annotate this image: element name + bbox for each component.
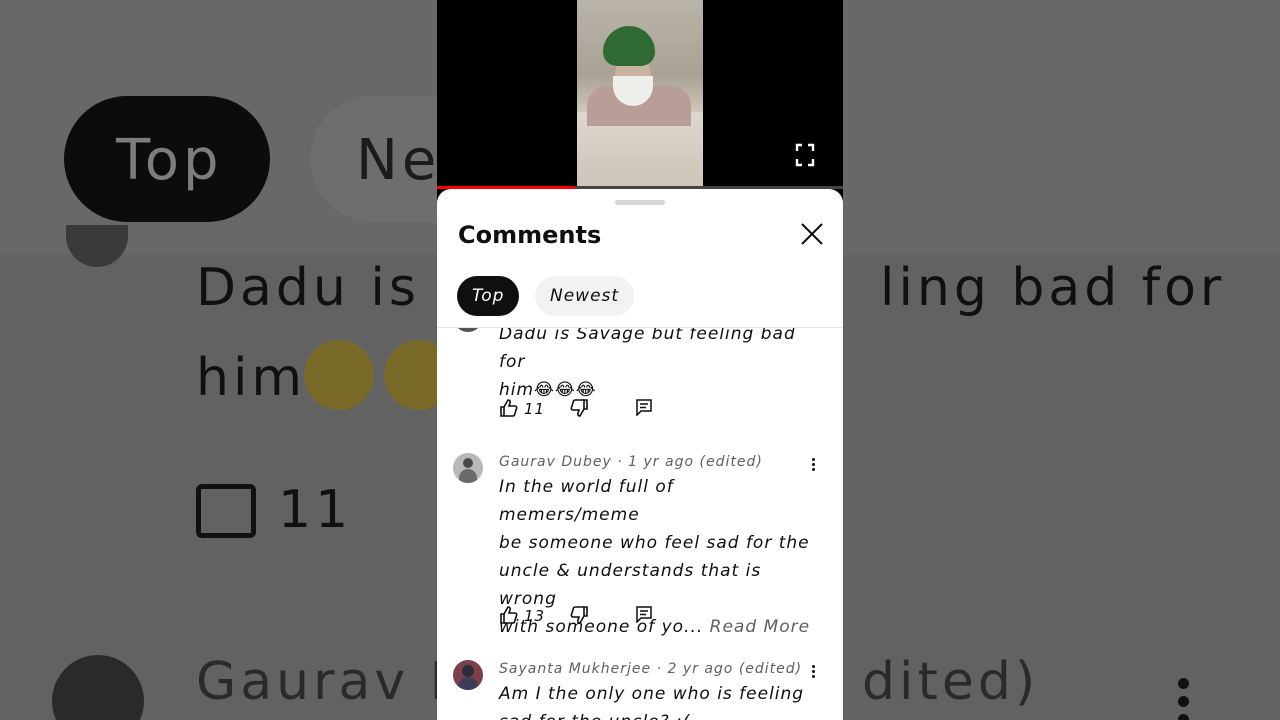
phone-viewport: Comments Top Newest Dadu is Savage but f…: [437, 0, 843, 720]
background-comment-line2: him: [196, 348, 307, 408]
comment-text-line: In the world full of memers/meme: [499, 477, 674, 525]
thumbs-down-icon: [570, 399, 588, 417]
avatar[interactable]: [453, 453, 483, 483]
like-count: 13: [524, 607, 546, 625]
background-chip-top-label: Top: [116, 128, 223, 193]
background-laugh-emoji: [304, 340, 374, 410]
avatar[interactable]: [453, 660, 483, 690]
comment-reply-icon: [636, 399, 652, 417]
fullscreen-icon[interactable]: [795, 143, 815, 167]
background-like-count: 11: [278, 480, 353, 540]
avatar[interactable]: [453, 328, 483, 332]
comment-list[interactable]: Dadu is Savage but feeling bad for him😂😂…: [437, 328, 843, 720]
background-author-right: dited): [862, 652, 1040, 712]
like-count: 11: [524, 400, 546, 418]
comment-reply-icon: [636, 606, 652, 624]
thumbs-up-icon: [500, 606, 518, 624]
background-comment-line1-right: ling bad for: [880, 258, 1226, 318]
video-frame: [577, 0, 703, 188]
thumbs-up-icon: [500, 399, 518, 417]
like-button[interactable]: 11: [499, 398, 544, 422]
comment-item: Dadu is Savage but feeling bad for him😂😂…: [437, 328, 843, 430]
reply-button[interactable]: [635, 398, 653, 420]
drag-handle[interactable]: [615, 200, 665, 205]
comment-text-line: Am I the only one who is feeling: [499, 684, 805, 704]
background-chip-newest-label: Ne: [356, 128, 441, 193]
comment-text-line: be someone who feel sad for the: [499, 533, 810, 553]
comment-author[interactable]: Gaurav Dubey · 1 yr ago (edited): [499, 454, 763, 470]
close-icon[interactable]: [801, 223, 823, 245]
sheet-title: Comments: [458, 221, 602, 249]
chip-top[interactable]: Top: [457, 276, 520, 316]
thumbs-down-icon: [570, 606, 588, 624]
comment-item: Sayanta Mukherjee · 2 yr ago (edited) Am…: [437, 660, 843, 720]
background-avatar-partial: [66, 225, 128, 267]
dislike-button[interactable]: [569, 398, 589, 422]
comment-actions: 13: [499, 605, 699, 629]
background-thumbs-up-icon: [196, 484, 256, 538]
comment-text: Dadu is Savage but feeling bad for him😂😂…: [499, 328, 815, 404]
background-avatar: [52, 655, 144, 720]
like-button[interactable]: 13: [499, 605, 544, 629]
comments-sheet: Comments Top Newest Dadu is Savage but f…: [437, 189, 843, 720]
chip-newest[interactable]: Newest: [535, 276, 635, 316]
dislike-button[interactable]: [569, 605, 589, 629]
comment-text-line: sad for the uncle? :(: [499, 708, 815, 720]
comment-text-line: Dadu is Savage but feeling bad for: [499, 328, 796, 372]
comment-text: Am I the only one who is feeling sad for…: [499, 680, 815, 720]
comment-actions: 11: [499, 398, 699, 422]
read-more-link[interactable]: Read More: [710, 617, 810, 637]
background-comment-line1: Dadu is S: [196, 258, 478, 318]
video-player[interactable]: [437, 0, 843, 188]
reply-button[interactable]: [635, 605, 653, 627]
comment-author[interactable]: Sayanta Mukherjee · 2 yr ago (edited): [499, 661, 802, 677]
background-more-icon: [1178, 678, 1190, 720]
comment-item: Gaurav Dubey · 1 yr ago (edited) In the …: [437, 453, 843, 653]
